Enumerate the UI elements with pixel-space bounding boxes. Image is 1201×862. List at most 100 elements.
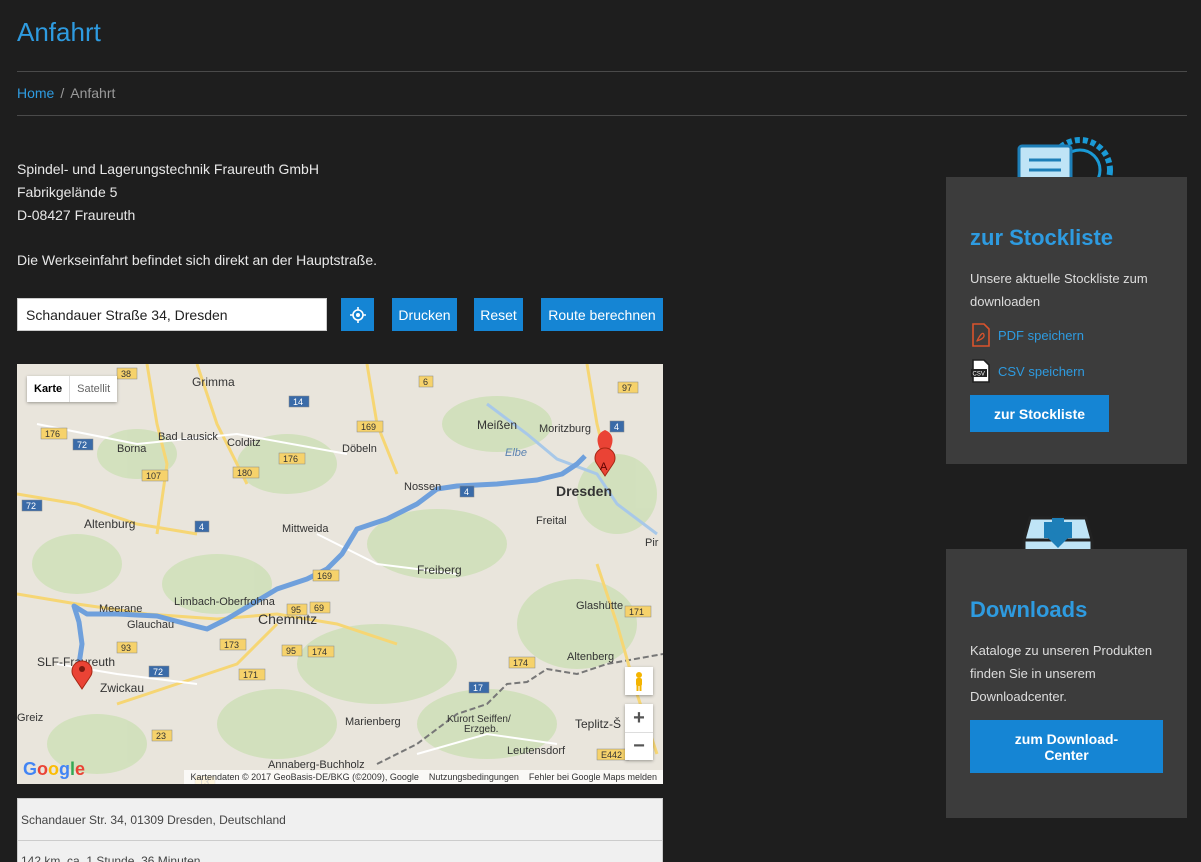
pdf-download-label: PDF speichern (998, 327, 1084, 343)
road-shield: 38 (116, 367, 138, 380)
city-label: Colditz (227, 437, 261, 449)
breadcrumb-home-link[interactable]: Home (17, 85, 54, 101)
divider (17, 71, 1187, 72)
map-report-link[interactable]: Fehler bei Google Maps melden (529, 772, 657, 782)
road-shield: 97 (617, 381, 639, 394)
company-name: Spindel- und Lagerungstechnik Fraureuth … (17, 161, 319, 177)
zoom-controls: + − (625, 704, 653, 760)
city-label: Altenberg (567, 651, 614, 663)
svg-text:72: 72 (153, 667, 163, 677)
svg-text:173: 173 (224, 640, 239, 650)
svg-text:95: 95 (286, 646, 296, 656)
reset-button[interactable]: Reset (474, 298, 523, 331)
downloads-card: Downloads Kataloge zu unseren Produkten … (946, 549, 1187, 818)
locate-button[interactable] (341, 298, 374, 331)
svg-text:69: 69 (314, 603, 324, 613)
city-label: Meerane (99, 603, 142, 615)
city-label: Freital (536, 515, 567, 527)
csv-download-link[interactable]: CSV CSV speichern (970, 359, 1163, 383)
svg-text:CSV: CSV (973, 372, 985, 378)
road-shield: 72 (72, 438, 94, 451)
download-center-button[interactable]: zum Download-Center (970, 720, 1163, 773)
road-shield: 95 (286, 603, 308, 616)
route-destination: Schandauer Str. 34, 01309 Dresden, Deuts… (17, 798, 663, 841)
city-label: Greiz (17, 712, 43, 724)
svg-text:169: 169 (361, 422, 376, 432)
road-shield: 107 (141, 469, 169, 482)
road-shield: 72 (148, 665, 170, 678)
map-footer: Kartendaten © 2017 GeoBasis-DE/BKG (©200… (184, 770, 663, 784)
pdf-icon (972, 323, 990, 347)
road-shield: 171 (624, 605, 652, 618)
road-shield: 95 (281, 644, 303, 657)
print-button[interactable]: Drucken (392, 298, 457, 331)
map-attribution: Kartendaten © 2017 GeoBasis-DE/BKG (©200… (190, 772, 419, 782)
stock-list-title: zur Stockliste (970, 225, 1114, 250)
map-terms-link[interactable]: Nutzungsbedingungen (429, 772, 519, 782)
svg-text:38: 38 (121, 369, 131, 379)
city-label: Bad Lausick (158, 431, 218, 443)
road-shield: 17 (468, 681, 490, 694)
company-street: Fabrikgelände 5 (17, 184, 118, 200)
svg-text:95: 95 (291, 605, 301, 615)
csv-icon: CSV (971, 359, 990, 383)
svg-text:14: 14 (293, 397, 303, 407)
city-label: Mittweida (282, 523, 329, 535)
breadcrumb-current: Anfahrt (70, 85, 116, 101)
svg-text:171: 171 (629, 607, 644, 617)
svg-text:4: 4 (199, 522, 204, 532)
svg-text:E442: E442 (601, 750, 622, 760)
road-shield: 4 (459, 485, 475, 498)
road-shield: 93 (116, 641, 138, 654)
city-label: Zwickau (100, 681, 144, 695)
svg-text:176: 176 (45, 429, 60, 439)
svg-text:174: 174 (312, 647, 327, 657)
svg-text:72: 72 (26, 501, 36, 511)
stock-list-button[interactable]: zur Stockliste (970, 395, 1109, 432)
stock-list-card: zur Stockliste Unsere aktuelle Stocklist… (946, 177, 1187, 464)
svg-text:4: 4 (614, 422, 619, 432)
road-shield: 4 (609, 420, 625, 433)
road-shield: 14 (288, 395, 310, 408)
route-map[interactable]: Grimma Bad Lausick Colditz Borna Döbeln … (17, 364, 663, 784)
marker-a-label: A (600, 461, 608, 473)
road-shield: 180 (232, 466, 260, 479)
city-label: Altenburg (84, 517, 135, 531)
city-label: Moritzburg (539, 423, 591, 435)
road-shield: 6 (418, 375, 434, 388)
street-view-button[interactable] (625, 667, 653, 695)
tab-map[interactable]: Karte (27, 376, 69, 402)
pdf-download-link[interactable]: PDF speichern (970, 323, 1163, 347)
downloads-title: Downloads (970, 597, 1088, 622)
road-shield: 173 (219, 638, 247, 651)
map-type-tabs: Karte Satellit (27, 376, 118, 402)
svg-text:4: 4 (464, 487, 469, 497)
road-shield: 72 (21, 499, 43, 512)
road-shield: 174 (508, 656, 536, 669)
page-title: Anfahrt (17, 17, 101, 47)
svg-text:6: 6 (423, 377, 428, 387)
csv-download-label: CSV speichern (998, 363, 1085, 379)
svg-text:107: 107 (146, 471, 161, 481)
city-label: Marienberg (345, 716, 401, 728)
city-label: Meißen (477, 418, 517, 432)
zoom-out-button[interactable]: − (625, 732, 653, 760)
road-shield: 4 (194, 520, 210, 533)
tab-satellite[interactable]: Satellit (69, 376, 117, 402)
zoom-in-button[interactable]: + (625, 704, 653, 732)
road-shield: 176 (278, 452, 306, 465)
city-label: Döbeln (342, 443, 377, 455)
road-shield: 174 (307, 645, 335, 658)
svg-text:17: 17 (473, 683, 483, 693)
svg-text:171: 171 (243, 670, 258, 680)
route-start-input[interactable] (17, 298, 327, 331)
svg-text:169: 169 (317, 571, 332, 581)
downloads-text: Kataloge zu unseren Produkten finden Sie… (970, 643, 1153, 704)
svg-text:176: 176 (283, 454, 298, 464)
google-logo: Google (23, 759, 86, 779)
calculate-route-button[interactable]: Route berechnen (541, 298, 663, 331)
company-city: D-08427 Fraureuth (17, 207, 136, 223)
road-shield: 169 (356, 420, 384, 433)
city-label: Dresden (556, 483, 612, 499)
city-label: Glashütte (576, 600, 623, 612)
